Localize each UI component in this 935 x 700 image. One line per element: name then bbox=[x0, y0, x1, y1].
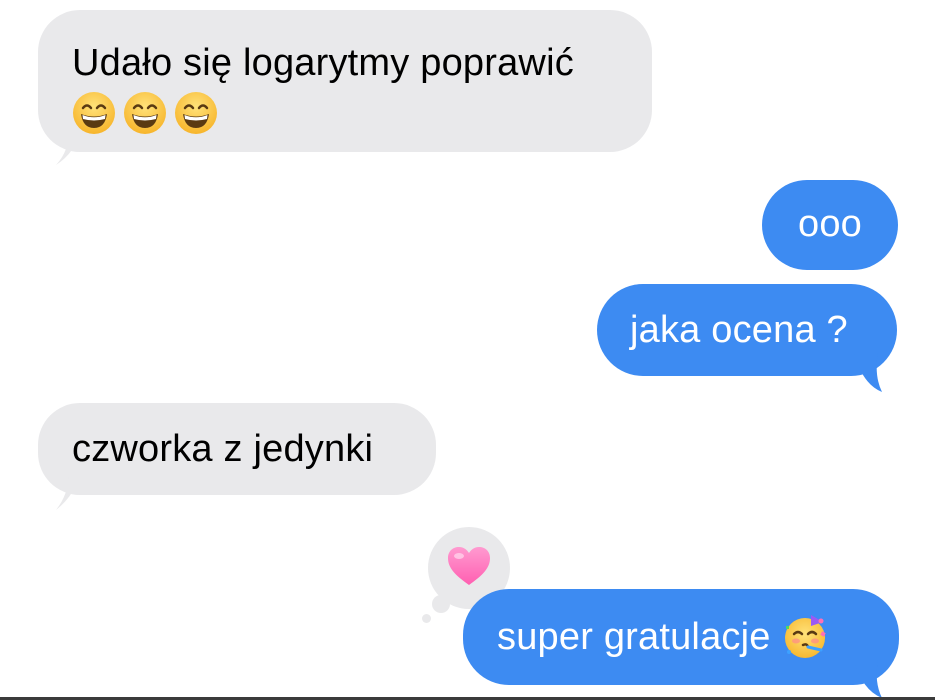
reaction-bubble-dot bbox=[432, 595, 450, 613]
grinning-face-emoji-icon bbox=[123, 91, 167, 135]
message-text: super gratulacje bbox=[497, 616, 771, 658]
message-text: Udało się logarytmy poprawić bbox=[72, 42, 574, 84]
pink-heart-icon bbox=[445, 543, 493, 596]
message-text: ooo bbox=[797, 203, 862, 245]
message-bubble-outgoing[interactable]: ooo bbox=[762, 180, 898, 270]
reaction-bubble-dot bbox=[422, 614, 431, 623]
grinning-face-emoji-icon bbox=[174, 91, 218, 135]
message-text: jaka ocena ? bbox=[630, 309, 848, 351]
partying-face-emoji-icon bbox=[781, 612, 829, 660]
bubble-tail-outgoing bbox=[854, 352, 882, 392]
grinning-face-emoji-icon bbox=[72, 91, 116, 135]
message-text: czworka z jedynki bbox=[72, 428, 374, 470]
bubble-tail-outgoing bbox=[854, 660, 882, 698]
bubble-tail-incoming bbox=[56, 472, 80, 510]
message-bubble-incoming[interactable]: czworka z jedynki bbox=[38, 403, 436, 495]
bubble-tail-incoming bbox=[56, 130, 80, 165]
message-bubble-outgoing[interactable]: super gratulacje bbox=[463, 589, 899, 685]
message-bubble-incoming[interactable]: Udało się logarytmy poprawić bbox=[38, 10, 652, 152]
